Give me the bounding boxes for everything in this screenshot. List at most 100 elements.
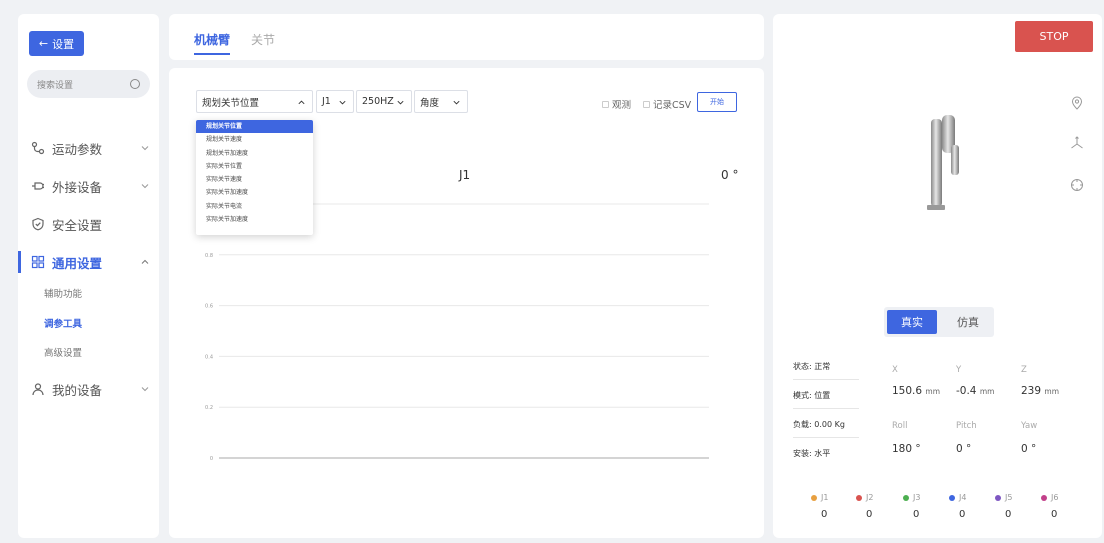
coord-yaw-value: 0 ° xyxy=(1021,443,1037,455)
coord-pitch-label: Pitch xyxy=(956,421,977,431)
checkbox-box xyxy=(643,100,650,108)
chevron-down-icon xyxy=(141,387,149,392)
plug-icon xyxy=(32,182,44,190)
grid-icon xyxy=(31,255,45,269)
mode-real-button[interactable]: 真实 xyxy=(887,310,937,334)
joint-value-j4: 0 xyxy=(959,509,966,520)
tab-joints[interactable]: 关节 xyxy=(251,31,275,48)
frequency-select[interactable]: 250HZ xyxy=(356,90,412,113)
dropdown-option[interactable]: 规划关节速度 xyxy=(196,133,313,146)
sidebar-item-external-devices[interactable]: 外接设备 xyxy=(18,175,159,197)
sidebar-item-motion-params[interactable]: 运动参数 xyxy=(18,137,159,159)
y-tick-label: 0.6 xyxy=(205,304,213,310)
joint-value-j3: 0 xyxy=(913,509,920,520)
joint-value-j6: 0 xyxy=(1051,509,1058,520)
mode-sim-button[interactable]: 仿真 xyxy=(944,310,992,334)
record-csv-label: 记录CSV xyxy=(653,100,692,111)
stop-button[interactable]: STOP xyxy=(1015,21,1093,52)
search-placeholder: 搜索设置 xyxy=(37,80,74,91)
joint-select[interactable]: J1 xyxy=(316,90,354,113)
tab-active-indicator xyxy=(194,53,230,55)
tab-bar: 机械臂 关节 xyxy=(169,14,764,60)
joint-name: J4 xyxy=(959,493,967,502)
back-button[interactable]: ← 设置 xyxy=(29,31,84,56)
sidebar-item-my-devices[interactable]: 我的设备 xyxy=(18,378,159,400)
coord-y-value: -0.4 mm xyxy=(956,385,995,397)
dropdown-option[interactable]: 规划关节加速度 xyxy=(196,147,313,160)
coord-x-value: 150.6 mm xyxy=(892,385,941,397)
joint-label-j1: J1 xyxy=(811,493,828,502)
user-icon xyxy=(32,383,44,396)
dropdown-option[interactable]: 实际关节速度 xyxy=(196,173,313,186)
axis-icon[interactable] xyxy=(1070,136,1084,150)
joint-label-j4: J4 xyxy=(949,493,966,502)
joint-name: J5 xyxy=(1005,493,1013,502)
sidebar-item-label: 我的设备 xyxy=(52,382,103,398)
search-icon xyxy=(130,79,140,89)
joint-value-j1: 0 xyxy=(821,509,828,520)
joint-value-j5: 0 xyxy=(1005,509,1012,520)
divider xyxy=(793,408,859,409)
joint-name: J6 xyxy=(1051,493,1059,502)
status-install: 安装: 水平 xyxy=(793,449,831,458)
dropdown-option[interactable]: 实际关节加速度 xyxy=(196,186,313,199)
coord-roll-value: 180 ° xyxy=(892,443,921,455)
frequency-select-value: 250HZ xyxy=(362,96,394,107)
sidebar-subitem-advanced[interactable]: 高级设置 xyxy=(44,345,82,359)
unit-select[interactable]: 角度 xyxy=(414,90,468,113)
chevron-down-icon xyxy=(339,100,346,105)
line-chart: 10.80.60.40.20 xyxy=(205,202,709,462)
data-type-value: 规划关节位置 xyxy=(202,97,260,109)
sidebar-item-label: 安全设置 xyxy=(52,217,103,233)
coord-x-label: X xyxy=(892,365,898,375)
unit-select-value: 角度 xyxy=(420,97,440,109)
joint-label-j6: J6 xyxy=(1041,493,1058,502)
sidebar-subitem-tuning-tool[interactable]: 调参工具 xyxy=(44,316,82,330)
coord-y-label: Y xyxy=(956,365,962,375)
crosshair-icon[interactable] xyxy=(1070,178,1084,192)
chevron-up-icon xyxy=(141,259,149,264)
arrow-left-icon: ← xyxy=(38,37,49,50)
divider xyxy=(793,437,859,438)
dropdown-option[interactable]: 规划关节位置 xyxy=(196,120,313,134)
sidebar: ← 设置 搜索设置 运动参数 外接设备 安全设置 通用设置 辅助功能 调参工具 … xyxy=(18,14,159,538)
sidebar-item-general[interactable]: 通用设置 xyxy=(18,251,159,273)
location-pin-icon[interactable] xyxy=(1070,96,1084,110)
dropdown-option[interactable]: 实际关节电流 xyxy=(196,200,313,213)
observe-checkbox[interactable]: 观测 xyxy=(602,97,631,111)
coord-roll-label: Roll xyxy=(892,421,908,431)
dropdown-option[interactable]: 实际关节位置 xyxy=(196,160,313,173)
start-button[interactable]: 开始 xyxy=(697,92,737,112)
data-type-select[interactable]: 规划关节位置 xyxy=(196,90,313,113)
checkbox-box xyxy=(602,100,609,108)
chevron-down-icon xyxy=(453,100,460,105)
joint-color-dot xyxy=(949,494,955,501)
coord-z-label: Z xyxy=(1021,365,1027,375)
chevron-down-icon xyxy=(141,146,149,151)
joint-name: J3 xyxy=(913,493,921,502)
sidebar-item-label: 外接设备 xyxy=(52,179,103,195)
robot-panel: STOP 真实 仿真 状态: 正常 模式: 位置 负载: 0.00 Kg 安装:… xyxy=(773,14,1102,538)
sidebar-item-label: 通用设置 xyxy=(52,255,103,271)
joint-color-dot xyxy=(903,494,909,501)
search-input[interactable]: 搜索设置 xyxy=(27,70,150,98)
chevron-up-icon xyxy=(298,100,305,105)
observe-label: 观测 xyxy=(612,100,632,111)
sidebar-subitem-accessibility[interactable]: 辅助功能 xyxy=(44,286,82,300)
joint-name: J2 xyxy=(866,493,874,502)
status-mode: 模式: 位置 xyxy=(793,391,831,400)
status-load: 负载: 0.00 Kg xyxy=(793,420,845,429)
data-type-dropdown: 规划关节位置 规划关节速度 规划关节加速度 实际关节位置 实际关节速度 实际关节加速度 实际… xyxy=(196,120,313,235)
back-button-label: 设置 xyxy=(52,37,75,51)
chart-panel: 规划关节位置 J1 250HZ 角度 观测 记录CSV 开始 J1 0 ° 10… xyxy=(169,68,764,538)
dropdown-option[interactable]: 实际关节加速度 xyxy=(196,213,313,226)
coord-z-value: 239 mm xyxy=(1021,385,1060,397)
record-csv-checkbox[interactable]: 记录CSV xyxy=(643,97,691,111)
sidebar-item-security[interactable]: 安全设置 xyxy=(18,213,159,235)
joint-color-dot xyxy=(811,494,817,501)
chevron-down-icon xyxy=(141,184,149,189)
coord-yaw-label: Yaw xyxy=(1021,421,1038,431)
tab-robot-arm[interactable]: 机械臂 xyxy=(194,31,230,48)
robot-arm-image xyxy=(927,115,959,210)
divider xyxy=(793,379,859,380)
